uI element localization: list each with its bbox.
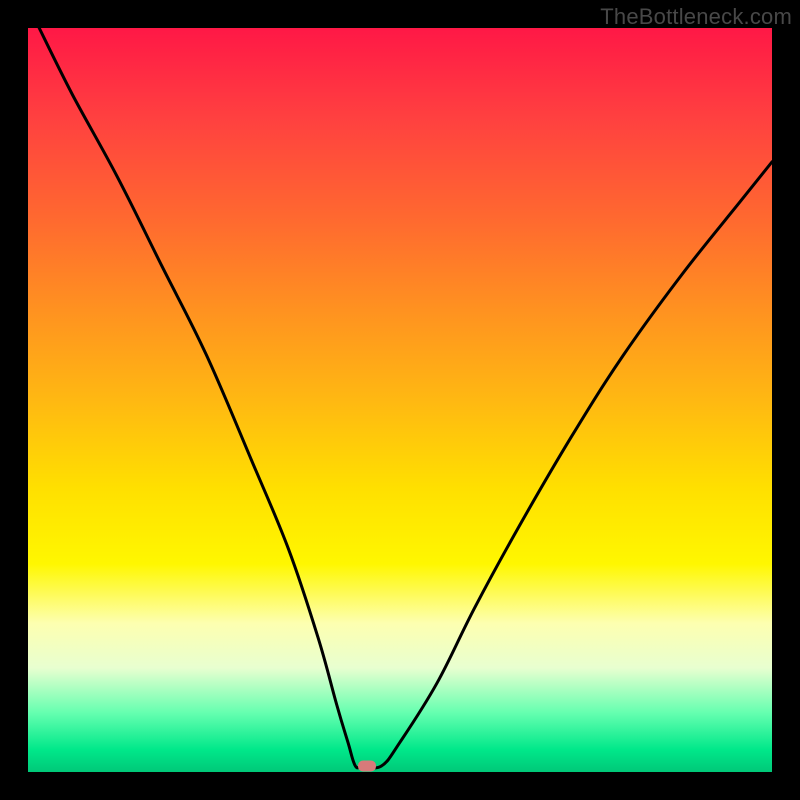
curve-path bbox=[39, 28, 772, 768]
plot-area bbox=[28, 28, 772, 772]
chart-frame: TheBottleneck.com bbox=[0, 0, 800, 800]
optimum-marker bbox=[358, 761, 376, 772]
watermark-text: TheBottleneck.com bbox=[600, 4, 792, 30]
bottleneck-curve bbox=[28, 28, 772, 772]
